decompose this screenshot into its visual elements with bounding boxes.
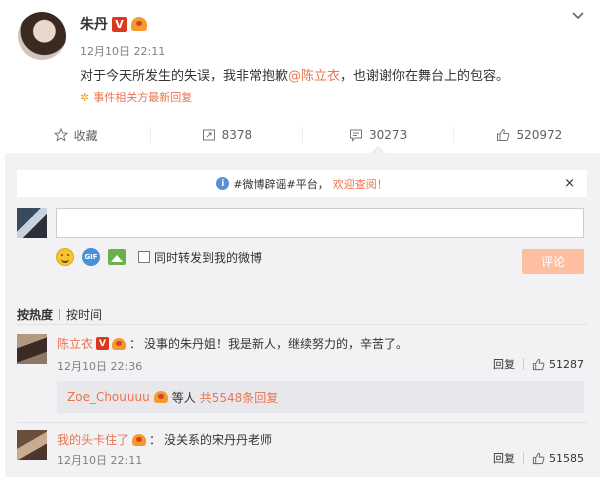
divider (17, 422, 587, 423)
like-button[interactable]: 520972 (454, 118, 605, 152)
sub-reply-user[interactable]: Zoe_Chouuuu (67, 390, 150, 404)
author-name[interactable]: 朱丹 (80, 14, 108, 34)
divider (523, 452, 524, 464)
comment-item: 陈立衣 V ：没事的朱丹姐！我是新人，继续努力的，辛苦了。 12月10日 22:… (17, 334, 587, 374)
thumbs-up-icon (532, 358, 545, 370)
active-tab-caret-inner (372, 148, 384, 154)
commenter-name[interactable]: 陈立衣 (57, 335, 93, 352)
sub-reply-text: 等人 (171, 390, 196, 405)
verified-icon: V (96, 337, 110, 350)
favorite-label: 收藏 (73, 128, 98, 143)
reply-button[interactable]: 回复 (493, 356, 515, 372)
comment-icon (350, 129, 363, 142)
commenter-name[interactable]: 我的头卡住了 (57, 431, 129, 448)
author-avatar[interactable] (18, 12, 66, 60)
like-count: 520972 (516, 128, 563, 142)
composer-toolbar: GIF 同时转发到我的微博 (56, 248, 262, 266)
comment-time: 12月10日 22:36 (57, 360, 143, 373)
commenter-avatar[interactable] (17, 430, 47, 460)
thumbs-up-icon (497, 128, 510, 141)
member-crown-icon (153, 391, 168, 403)
divider (523, 358, 524, 370)
post-time[interactable]: 12月10日 22:11 (80, 43, 165, 59)
notice-link[interactable]: 欢迎查阅！ (333, 176, 388, 192)
post-text-after: ，也谢谢你在舞台上的包容。 (340, 69, 510, 84)
comment-text: 没事的朱丹姐！我是新人，继续努力的，辛苦了。 (144, 337, 409, 351)
info-icon: i (216, 177, 230, 190)
current-user-avatar (17, 208, 47, 238)
member-crown-icon (112, 337, 127, 350)
comment-text: 没关系的宋丹丹老师 (164, 433, 273, 447)
comment-count: 30273 (369, 128, 408, 142)
close-icon[interactable]: × (564, 176, 575, 191)
comment-like-button[interactable]: 51287 (532, 358, 584, 371)
emoji-icon[interactable] (56, 248, 74, 266)
reply-button[interactable]: 回复 (493, 450, 515, 466)
member-crown-icon (131, 17, 147, 31)
comment-actions: 回复 51585 (493, 450, 584, 466)
repost-checkbox[interactable] (138, 251, 150, 263)
sub-reply-summary: Zoe_Chouuuu 等人 共5548条回复 (57, 381, 584, 413)
divider (17, 324, 587, 325)
repost-icon (202, 129, 215, 141)
image-icon[interactable] (108, 249, 126, 265)
sparkle-icon: ✲ (80, 90, 90, 104)
related-replies-label: 事件相关方最新回复 (93, 91, 193, 104)
author-line: 朱丹 V (80, 14, 147, 34)
comment-like-button[interactable]: 51585 (532, 452, 584, 465)
mention-link[interactable]: @陈立衣 (288, 69, 340, 84)
notice-text: #微博辟谣#平台， (233, 177, 329, 191)
repost-button[interactable]: 8378 (151, 118, 303, 152)
weibo-post: 朱丹 V 12月10日 22:11 对于今天所发生的失误，我非常抱歉@陈立衣，也… (0, 0, 605, 118)
repost-checkbox-label[interactable]: 同时转发到我的微博 (154, 249, 262, 266)
sub-reply-link[interactable]: 共5548条回复 (200, 389, 279, 406)
sort-by-hot[interactable]: 按热度 (17, 306, 53, 323)
divider (59, 309, 61, 320)
comment-actions: 回复 51287 (493, 356, 584, 372)
comment-separator: ： (149, 433, 162, 447)
sort-by-time[interactable]: 按时间 (66, 306, 102, 323)
comment-like-count: 51287 (549, 357, 584, 371)
comment-separator: ： (129, 337, 142, 351)
comment-time: 12月10日 22:11 (57, 454, 143, 467)
chevron-down-icon[interactable] (571, 9, 585, 23)
comment-line: 陈立衣 V ：没事的朱丹姐！我是新人，继续努力的，辛苦了。 (57, 335, 408, 352)
comment-sort: 按热度 按时间 (17, 306, 102, 323)
related-replies-link[interactable]: ✲ 事件相关方最新回复 (80, 89, 192, 105)
star-icon (53, 128, 68, 142)
member-crown-icon (132, 433, 147, 446)
post-text-before: 对于今天所发生的失误，我非常抱歉 (80, 69, 289, 84)
comment-input[interactable] (56, 208, 584, 238)
thumbs-up-icon (532, 452, 545, 464)
rumor-notice-banner: i #微博辟谣#平台， 欢迎查阅！ × (17, 170, 587, 197)
submit-comment-button[interactable]: 评论 (522, 249, 584, 274)
favorite-button[interactable]: 收藏 (0, 118, 152, 152)
comment-like-count: 51585 (549, 451, 584, 465)
verified-icon: V (112, 16, 127, 32)
comment-line: 我的头卡住了 ：没关系的宋丹丹老师 (57, 431, 272, 448)
commenter-avatar[interactable] (17, 334, 47, 364)
gif-icon[interactable]: GIF (82, 248, 100, 266)
comment-item: 我的头卡住了 ：没关系的宋丹丹老师 12月10日 22:11 回复 51585 (17, 430, 587, 470)
action-bar: 收藏 8378 30273 520972 (0, 118, 605, 152)
repost-count: 8378 (221, 128, 253, 142)
post-text: 对于今天所发生的失误，我非常抱歉@陈立衣，也谢谢你在舞台上的包容。 (80, 65, 509, 84)
